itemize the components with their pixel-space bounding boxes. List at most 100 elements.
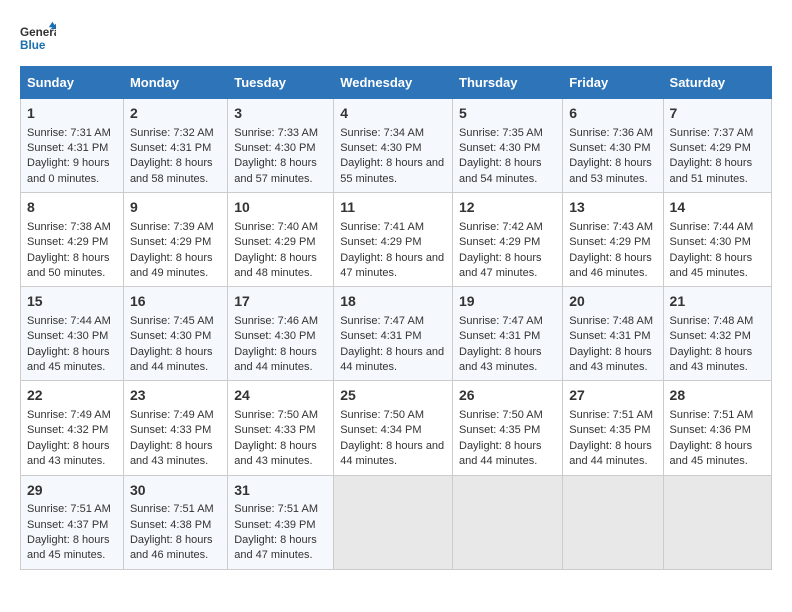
sunset-label: Sunset: 4:33 PM [234,424,315,436]
col-header-tuesday: Tuesday [228,67,334,99]
calendar-cell: 15Sunrise: 7:44 AMSunset: 4:30 PMDayligh… [21,287,124,381]
sunrise-label: Sunrise: 7:51 AM [234,503,318,515]
sunrise-label: Sunrise: 7:44 AM [27,315,111,327]
sunrise-label: Sunrise: 7:49 AM [27,409,111,421]
daylight-label: Daylight: 8 hours and 44 minutes. [234,346,317,373]
sunset-label: Sunset: 4:30 PM [670,236,751,248]
calendar-cell: 26 Sunrise: 7:50 AM Sunset: 4:35 PM Dayligh… [453,381,563,475]
calendar-cell: 25Sunrise: 7:50 AMSunset: 4:34 PMDayligh… [334,381,453,475]
calendar-table: SundayMondayTuesdayWednesdayThursdayFrid… [20,66,772,570]
daylight-label: Daylight: 8 hours and 51 minutes. [670,157,753,184]
col-header-sunday: Sunday [21,67,124,99]
sunrise-label: Sunrise: 7:43 AM [569,221,653,233]
sunrise-label: Sunrise: 7:46 AM [234,315,318,327]
calendar-cell: 18Sunrise: 7:47 AMSunset: 4:31 PMDayligh… [334,287,453,381]
sunrise-label: Sunrise: 7:51 AM [569,409,653,421]
sunset-label: Sunset: 4:31 PM [459,330,540,342]
daylight-label: Daylight: 8 hours and 55 minutes. [340,157,444,184]
sunset-label: Sunset: 4:30 PM [27,330,108,342]
sunset-label: Sunset: 4:30 PM [234,142,315,154]
sunset-label: Sunset: 4:35 PM [459,424,540,436]
calendar-cell: 9Sunrise: 7:39 AMSunset: 4:29 PMDaylight… [123,193,227,287]
sunset-label: Sunset: 4:29 PM [459,236,540,248]
sunset-label: Sunset: 4:39 PM [234,519,315,531]
daylight-label: Daylight: 8 hours and 45 minutes. [27,534,110,561]
day-number: 9 [130,198,221,218]
sunset-label: Sunset: 4:31 PM [569,330,650,342]
sunrise-label: Sunrise: 7:41 AM [340,221,424,233]
day-number: 25 [340,386,446,406]
calendar-cell: 22Sunrise: 7:49 AMSunset: 4:32 PMDayligh… [21,381,124,475]
sunset-label: Sunset: 4:29 PM [27,236,108,248]
calendar-cell: 17Sunrise: 7:46 AMSunset: 4:30 PMDayligh… [228,287,334,381]
col-header-wednesday: Wednesday [334,67,453,99]
sunrise-label: Sunrise: 7:49 AM [130,409,214,421]
daylight-label: Daylight: 8 hours and 43 minutes. [130,440,213,467]
day-number: 12 [459,198,556,218]
daylight-label: Daylight: 8 hours and 49 minutes. [130,252,213,279]
calendar-cell: 24Sunrise: 7:50 AMSunset: 4:33 PMDayligh… [228,381,334,475]
daylight-label: Daylight: 8 hours and 48 minutes. [234,252,317,279]
sunset-label: Sunset: 4:30 PM [459,142,540,154]
calendar-cell: 29 Sunrise: 7:51 AM Sunset: 4:37 PM Dayligh… [21,475,124,569]
calendar-cell: 7 Sunrise: 7:37 AM Sunset: 4:29 PM Daylight… [663,99,771,193]
sunrise-label: Sunrise: 7:34 AM [340,127,424,139]
sunrise-label: Sunrise: 7:51 AM [670,409,754,421]
sunset-label: Sunset: 4:30 PM [130,330,211,342]
sunrise-label: Sunrise: 7:50 AM [340,409,424,421]
sunset-label: Sunset: 4:32 PM [670,330,751,342]
daylight-label: Daylight: 8 hours and 44 minutes. [459,440,542,467]
sunrise-label: Sunrise: 7:51 AM [27,503,111,515]
day-number: 16 [130,292,221,312]
sunrise-label: Sunrise: 7:35 AM [459,127,543,139]
sunset-label: Sunset: 4:34 PM [340,424,421,436]
sunrise-label: Sunrise: 7:50 AM [234,409,318,421]
sunset-label: Sunset: 4:30 PM [569,142,650,154]
sunset-label: Sunset: 4:30 PM [340,142,421,154]
sunset-label: Sunset: 4:31 PM [130,142,211,154]
day-number: 26 [459,386,556,406]
daylight-label: Daylight: 8 hours and 44 minutes. [340,346,444,373]
daylight-label: Daylight: 8 hours and 45 minutes. [27,346,110,373]
daylight-label: Daylight: 8 hours and 45 minutes. [670,440,753,467]
sunset-label: Sunset: 4:29 PM [670,142,751,154]
sunrise-label: Sunrise: 7:50 AM [459,409,543,421]
sunrise-label: Sunrise: 7:37 AM [670,127,754,139]
calendar-cell: 20Sunrise: 7:48 AMSunset: 4:31 PMDayligh… [563,287,663,381]
sunrise-label: Sunrise: 7:48 AM [569,315,653,327]
daylight-label: Daylight: 8 hours and 57 minutes. [234,157,317,184]
day-number: 1 [27,104,117,124]
calendar-cell [663,475,771,569]
calendar-cell: 6Sunrise: 7:36 AMSunset: 4:30 PMDaylight… [563,99,663,193]
sunset-label: Sunset: 4:31 PM [340,330,421,342]
daylight-label: Daylight: 9 hours and 0 minutes. [27,157,110,184]
col-header-saturday: Saturday [663,67,771,99]
calendar-cell: 14Sunrise: 7:44 AMSunset: 4:30 PMDayligh… [663,193,771,287]
day-number: 6 [569,104,656,124]
day-number: 5 [459,104,556,124]
sunset-label: Sunset: 4:37 PM [27,519,108,531]
svg-text:General: General [20,26,56,39]
sunset-label: Sunset: 4:31 PM [27,142,108,154]
day-number: 13 [569,198,656,218]
day-number: 30 [130,481,221,501]
day-number: 23 [130,386,221,406]
calendar-cell: 1Sunrise: 7:31 AMSunset: 4:31 PMDaylight… [21,99,124,193]
sunrise-label: Sunrise: 7:47 AM [459,315,543,327]
calendar-cell: 30Sunrise: 7:51 AMSunset: 4:38 PMDayligh… [123,475,227,569]
sunrise-label: Sunrise: 7:40 AM [234,221,318,233]
calendar-cell: 28Sunrise: 7:51 AMSunset: 4:36 PMDayligh… [663,381,771,475]
sunset-label: Sunset: 4:29 PM [130,236,211,248]
daylight-label: Daylight: 8 hours and 47 minutes. [340,252,444,279]
logo-icon: General Blue [20,20,56,56]
col-header-monday: Monday [123,67,227,99]
daylight-label: Daylight: 8 hours and 54 minutes. [459,157,542,184]
day-number: 29 [27,481,117,501]
daylight-label: Daylight: 8 hours and 46 minutes. [130,534,213,561]
daylight-label: Daylight: 8 hours and 58 minutes. [130,157,213,184]
day-number: 7 [670,104,765,124]
calendar-cell: 2Sunrise: 7:32 AMSunset: 4:31 PMDaylight… [123,99,227,193]
daylight-label: Daylight: 8 hours and 43 minutes. [234,440,317,467]
daylight-label: Daylight: 8 hours and 50 minutes. [27,252,110,279]
sunset-label: Sunset: 4:29 PM [234,236,315,248]
